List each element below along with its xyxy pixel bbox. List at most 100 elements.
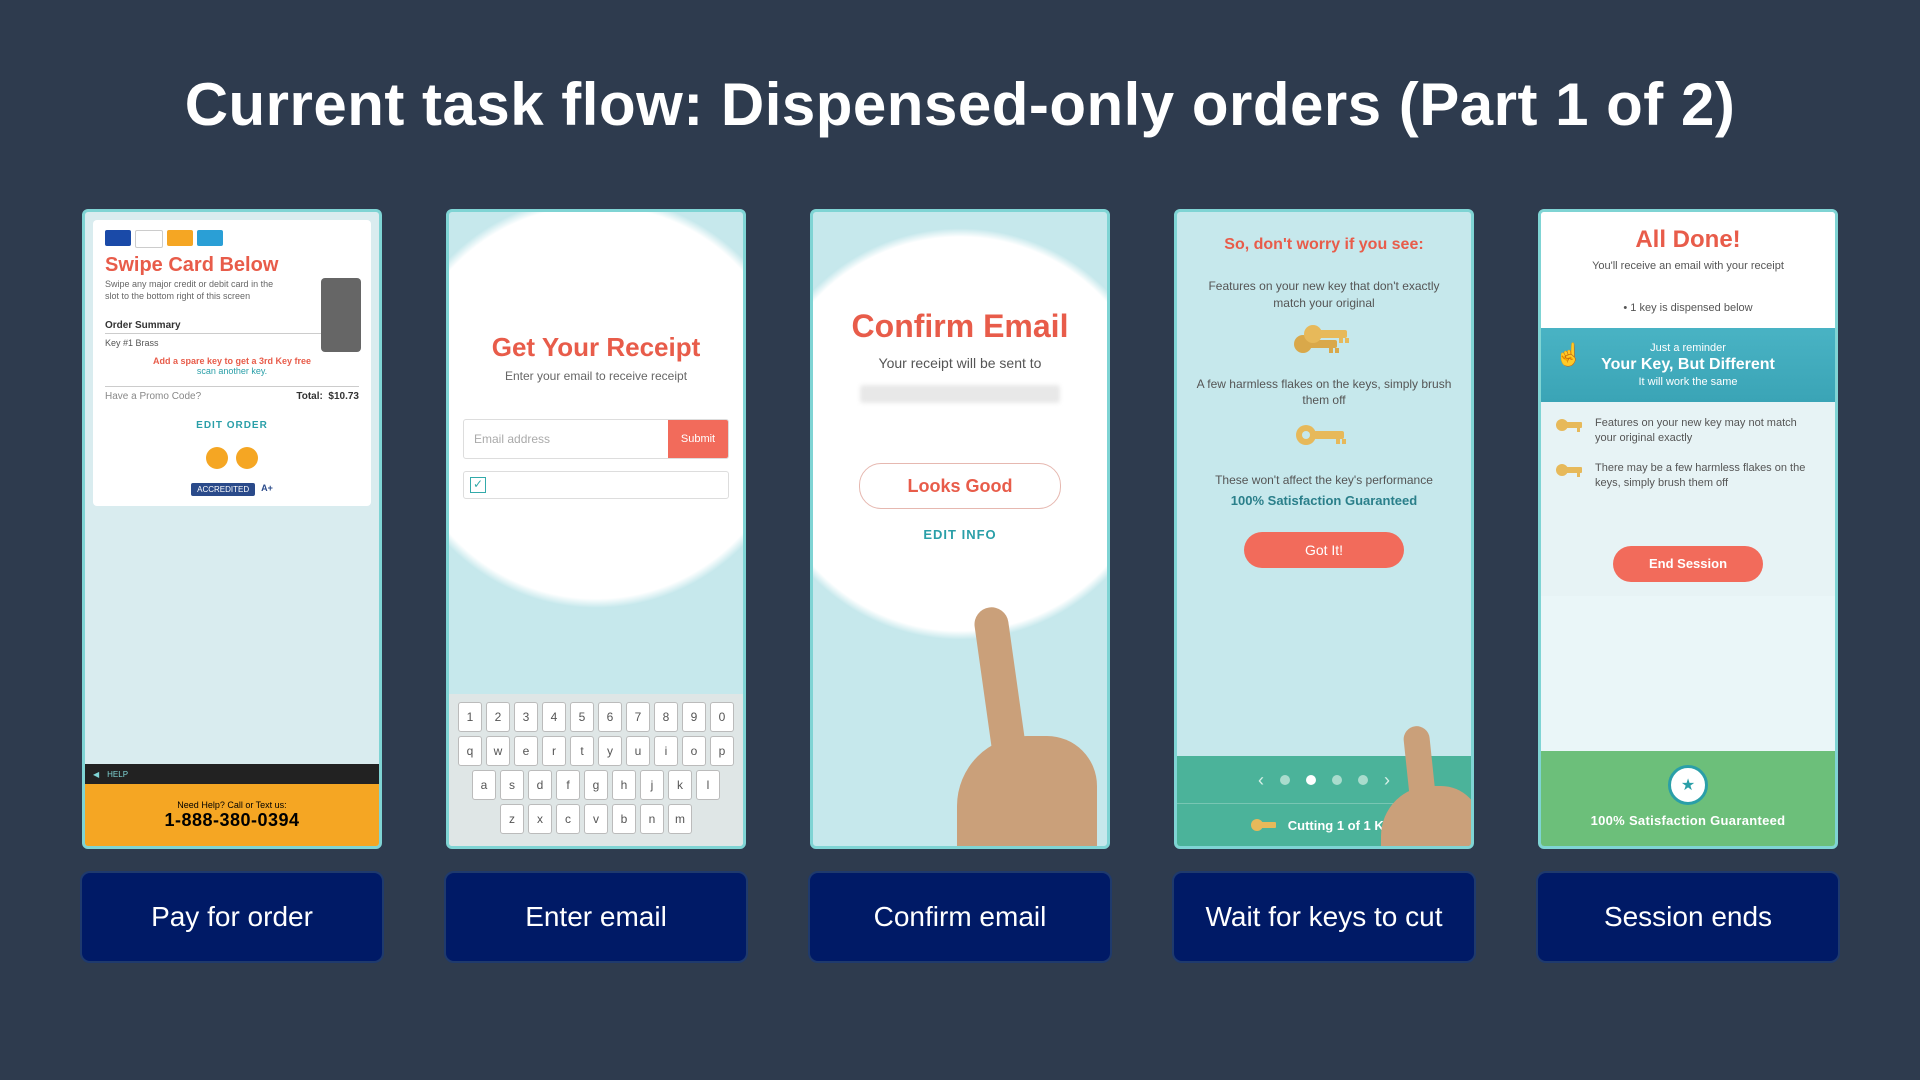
keyboard-key[interactable]: c (556, 804, 580, 834)
screen-pay-for-order: Swipe Card Below Swipe any major credit … (82, 209, 382, 849)
step-caption: Wait for keys to cut (1172, 871, 1476, 963)
keyboard-key[interactable]: p (710, 736, 734, 766)
hand-pointer-icon (1391, 726, 1461, 846)
page-dot[interactable] (1280, 775, 1290, 785)
amex-icon (197, 230, 223, 246)
keyboard-key[interactable]: k (668, 770, 692, 800)
end-session-button[interactable]: End Session (1613, 546, 1763, 582)
keyboard-key[interactable]: v (584, 804, 608, 834)
page-dot[interactable] (1306, 775, 1316, 785)
edit-order-link[interactable]: EDIT ORDER (105, 420, 359, 431)
keyboard-key[interactable]: w (486, 736, 510, 766)
chevron-right-icon[interactable]: › (1384, 770, 1390, 791)
keyboard-key[interactable]: 5 (570, 702, 594, 732)
keyboard-key[interactable]: t (570, 736, 594, 766)
mastercard-icon (135, 230, 163, 248)
confirm-title: Confirm Email (852, 308, 1069, 345)
keyboard-key[interactable]: s (500, 770, 524, 800)
key-icon (1555, 416, 1585, 439)
submit-button[interactable]: Submit (668, 420, 728, 458)
keyboard-key[interactable]: g (584, 770, 608, 800)
all-done-title: All Done! (1557, 226, 1819, 254)
keyboard-key[interactable]: 3 (514, 702, 538, 732)
info-text-1: Features on your new key may not match y… (1595, 416, 1821, 447)
flow-row: Swipe Card Below Swipe any major credit … (60, 209, 1860, 963)
hand-pointer-icon (957, 606, 1077, 846)
keyboard-key[interactable]: n (640, 804, 664, 834)
screen-session-ends: All Done! You'll receive an email with y… (1538, 209, 1838, 849)
total-label: Total: (296, 391, 322, 402)
receipt-subtitle: Enter your email to receive receipt (449, 369, 743, 383)
keyboard-key[interactable]: q (458, 736, 482, 766)
step-pay: Swipe Card Below Swipe any major credit … (82, 209, 382, 963)
swipe-title: Swipe Card Below (105, 254, 359, 277)
keyboard-key[interactable]: i (654, 736, 678, 766)
got-it-button[interactable]: Got It! (1244, 532, 1404, 568)
page-dot[interactable] (1358, 775, 1368, 785)
total-value: $10.73 (328, 391, 359, 402)
medal-icon: ★ (1668, 765, 1708, 805)
keyboard-key[interactable]: d (528, 770, 552, 800)
email-input[interactable]: Email address (464, 420, 668, 458)
step-caption: Pay for order (80, 871, 384, 963)
step-confirm: Confirm Email Your receipt will be sent … (810, 209, 1110, 963)
reminder-subtitle: It will work the same (1559, 376, 1817, 388)
receipt-title: Get Your Receipt (449, 332, 743, 363)
screen-confirm-email: Confirm Email Your receipt will be sent … (810, 209, 1110, 849)
checkbox-icon[interactable]: ✓ (470, 477, 486, 493)
performance-note: These won't affect the key's performance (1215, 473, 1433, 487)
keyboard-key[interactable]: 8 (654, 702, 678, 732)
keyboard-key[interactable]: 7 (626, 702, 650, 732)
keyboard-key[interactable]: 9 (682, 702, 706, 732)
badge-icon (236, 447, 258, 469)
confirm-subtitle: Your receipt will be sent to (879, 355, 1042, 371)
keyboard-key[interactable]: o (682, 736, 706, 766)
keyboard-key[interactable]: 1 (458, 702, 482, 732)
kbd-row: qwertyuiop (455, 736, 737, 766)
keyboard-key[interactable]: 2 (486, 702, 510, 732)
card-brand-icons (105, 230, 359, 248)
keyboard-key[interactable]: j (640, 770, 664, 800)
chevron-left-icon[interactable]: ‹ (1258, 770, 1264, 791)
back-icon[interactable]: ◀ (93, 770, 99, 779)
worry-title: So, don't worry if you see: (1224, 236, 1423, 254)
keyboard-key[interactable]: b (612, 804, 636, 834)
redacted-email (860, 385, 1060, 403)
feature-note: Features on your new key that don't exac… (1193, 278, 1455, 312)
keyboard-key[interactable]: 4 (542, 702, 566, 732)
keyboard-key[interactable]: 6 (598, 702, 622, 732)
keyboard-key[interactable]: z (500, 804, 524, 834)
promo-link[interactable]: scan another key. (105, 366, 359, 376)
keyboard-key[interactable]: 0 (710, 702, 734, 732)
edit-info-link[interactable]: EDIT INFO (923, 527, 996, 542)
flakes-note: A few harmless flakes on the keys, simpl… (1193, 376, 1455, 410)
keyboard-key[interactable]: e (514, 736, 538, 766)
step-email: Get Your Receipt Enter your email to rec… (446, 209, 746, 963)
pointing-hand-icon: ☝️ (1555, 342, 1582, 368)
dispensed-note: • 1 key is dispensed below (1557, 302, 1819, 314)
kbd-row: zxcvbnm (455, 804, 737, 834)
page-dot[interactable] (1332, 775, 1342, 785)
keyboard-key[interactable]: h (612, 770, 636, 800)
guarantee-text: 100% Satisfaction Guaranteed (1541, 813, 1835, 828)
opt-in-checkbox-row[interactable]: ✓ (463, 471, 729, 499)
keyboard-key[interactable]: x (528, 804, 552, 834)
guarantee-text: 100% Satisfaction Guaranteed (1231, 493, 1417, 508)
keyboard-key[interactable]: u (626, 736, 650, 766)
kbd-row: 1234567890 (455, 702, 737, 732)
help-link[interactable]: HELP (107, 770, 128, 779)
keyboard-key[interactable]: m (668, 804, 692, 834)
on-screen-keyboard: 1234567890 qwertyuiop asdfghjkl zxcvbnm (449, 694, 743, 846)
keyboard-key[interactable]: r (542, 736, 566, 766)
keyboard-key[interactable]: l (696, 770, 720, 800)
keyboard-key[interactable]: y (598, 736, 622, 766)
visa-icon (105, 230, 131, 246)
guarantee-footer: ★ 100% Satisfaction Guaranteed (1541, 751, 1835, 846)
help-banner: Need Help? Call or Text us: 1-888-380-03… (85, 784, 379, 846)
looks-good-button[interactable]: Looks Good (859, 463, 1061, 509)
keyboard-key[interactable]: f (556, 770, 580, 800)
keyboard-key[interactable]: a (472, 770, 496, 800)
promo-code-link[interactable]: Have a Promo Code? (105, 391, 201, 402)
single-key-icon (1294, 421, 1354, 449)
info-text-2: There may be a few harmless flakes on th… (1595, 461, 1821, 492)
